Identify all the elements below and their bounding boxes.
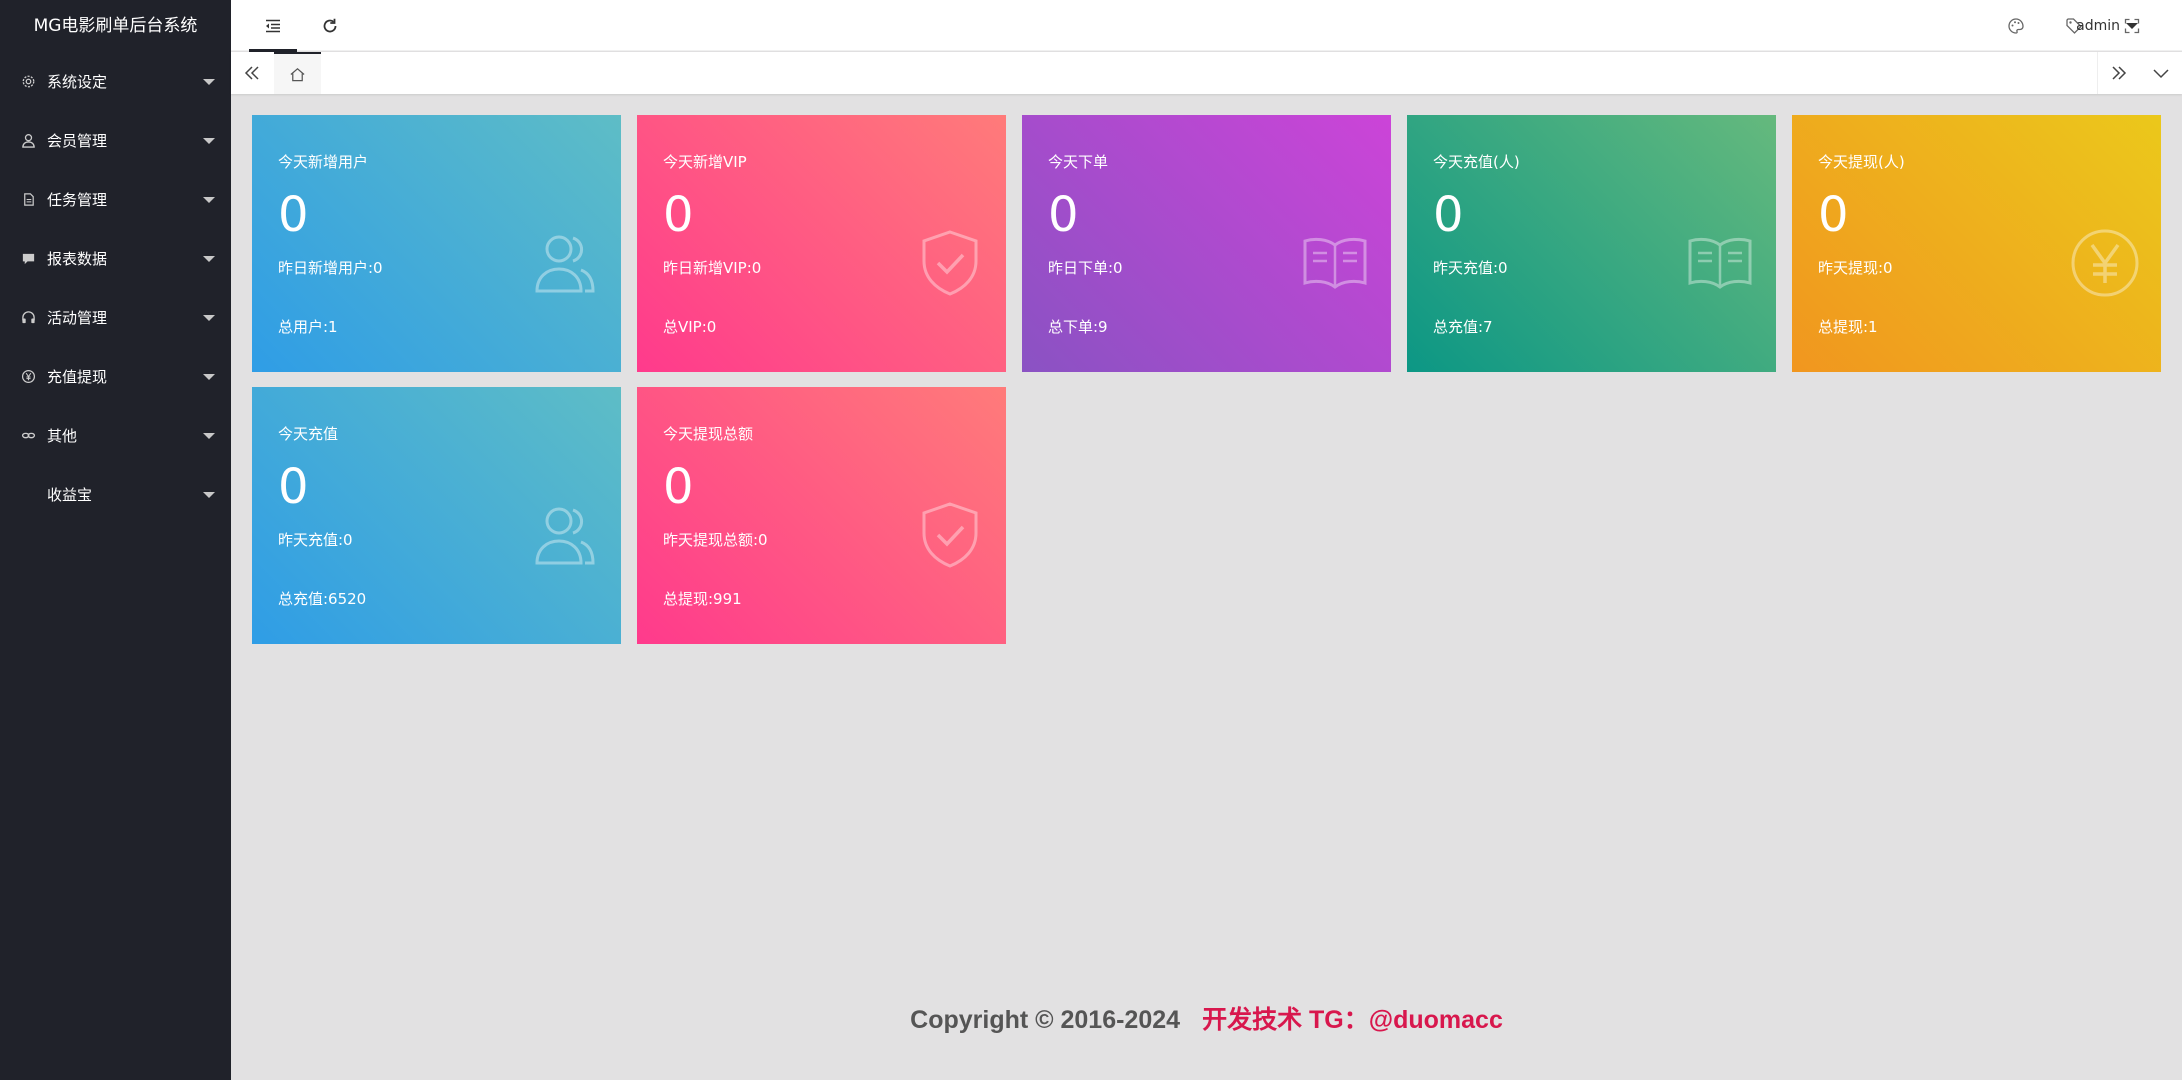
- refresh-button[interactable]: [302, 0, 358, 51]
- sidebar-item-label: 活动管理: [47, 309, 108, 327]
- card-yesterday: 昨日下单:0: [1048, 259, 1123, 277]
- app-logo-title: MG电影刷单后台系统: [33, 16, 198, 36]
- tabs-menu-button[interactable]: [2140, 52, 2182, 94]
- sidebar-item-label: 其他: [47, 427, 78, 445]
- sidebar-item-tasks[interactable]: 任务管理: [0, 170, 231, 229]
- card-total: 总提现:1: [1818, 318, 1878, 336]
- sidebar-item-activities[interactable]: 活动管理: [0, 288, 231, 347]
- card-total: 总充值:6520: [278, 590, 367, 608]
- users-icon: [529, 227, 601, 299]
- stat-card-new-vip: 今天新增VIP 0 昨日新增VIP:0 总VIP:0: [637, 115, 1006, 372]
- tabs-bar: [231, 52, 2182, 94]
- menu-collapse-button[interactable]: [245, 0, 301, 52]
- double-chevron-left-icon: [244, 66, 259, 80]
- card-value: 0: [1048, 187, 1079, 243]
- stat-card-orders: 今天下单 0 昨日下单:0 总下单:9: [1022, 115, 1391, 372]
- user-icon: [20, 132, 37, 149]
- card-value: 0: [278, 187, 309, 243]
- card-title: 今天提现总额: [663, 425, 754, 443]
- yen-circle-icon: [2069, 227, 2141, 299]
- caret-down-icon: [203, 196, 215, 203]
- card-yesterday: 昨天提现:0: [1818, 259, 1893, 277]
- sidebar-item-label: 任务管理: [47, 191, 108, 209]
- sidebar-item-other[interactable]: 其他: [0, 406, 231, 465]
- card-value: 0: [278, 459, 309, 515]
- sidebar-item-label: 会员管理: [47, 132, 108, 150]
- card-value: 0: [663, 459, 694, 515]
- stat-card-recharge-amount: 今天充值 0 昨天充值:0 总充值:6520: [252, 387, 621, 644]
- theme-button[interactable]: [1996, 0, 2036, 51]
- card-title: 今天下单: [1048, 153, 1109, 171]
- link-icon: [20, 427, 37, 444]
- caret-down-icon: [203, 491, 215, 498]
- home-icon: [290, 67, 305, 81]
- card-value: 0: [663, 187, 694, 243]
- sidebar-item-yield-treasure[interactable]: 收益宝: [0, 465, 231, 524]
- card-yesterday: 昨天提现总额:0: [663, 531, 768, 549]
- footer: Copyright © 2016-2024 开发技术 TG：@duomacc: [231, 1000, 2182, 1036]
- double-chevron-right-icon: [2112, 66, 2127, 80]
- developer-contact: 开发技术 TG：@duomacc: [1202, 1006, 1503, 1034]
- document-icon: [20, 191, 37, 208]
- sidebar-item-label: 收益宝: [47, 486, 93, 504]
- card-title: 今天新增VIP: [663, 153, 747, 171]
- sidebar-item-reports[interactable]: 报表数据: [0, 229, 231, 288]
- refresh-icon: [323, 18, 337, 32]
- user-menu[interactable]: admin: [2076, 0, 2138, 51]
- card-total: 总用户:1: [278, 318, 338, 336]
- card-total: 总提现:991: [663, 590, 742, 608]
- chevron-down-icon: [2153, 69, 2169, 79]
- card-title: 今天提现(人): [1818, 153, 1905, 171]
- card-total: 总VIP:0: [663, 318, 717, 336]
- card-total: 总下单:9: [1048, 318, 1108, 336]
- headset-icon: [20, 309, 37, 326]
- sidebar-item-recharge-withdraw[interactable]: 充值提现: [0, 347, 231, 406]
- sidebar-item-label: 系统设定: [47, 73, 108, 91]
- users-icon: [529, 499, 601, 571]
- card-title: 今天充值: [278, 425, 339, 443]
- caret-down-icon: [203, 137, 215, 144]
- book-icon: [1684, 227, 1756, 299]
- card-yesterday: 昨日新增用户:0: [278, 259, 383, 277]
- sidebar: MG电影刷单后台系统 系统设定 会员管理 任务管理 报表数据 活动管理 充值提现…: [0, 0, 231, 1080]
- card-yesterday: 昨天充值:0: [1433, 259, 1508, 277]
- sidebar-item-members[interactable]: 会员管理: [0, 111, 231, 170]
- card-yesterday: 昨天充值:0: [278, 531, 353, 549]
- tabs-scroll-left-button[interactable]: [231, 52, 273, 94]
- card-yesterday: 昨日新增VIP:0: [663, 259, 762, 277]
- stat-card-withdraw-users: 今天提现(人) 0 昨天提现:0 总提现:1: [1792, 115, 2161, 372]
- card-value: 0: [1433, 187, 1464, 243]
- sidebar-item-label: 充值提现: [47, 368, 108, 386]
- stat-card-new-users: 今天新增用户 0 昨日新增用户:0 总用户:1: [252, 115, 621, 372]
- tabs-scroll-right-button[interactable]: [2098, 52, 2140, 94]
- top-header: admin: [231, 0, 2182, 52]
- book-icon: [1299, 227, 1371, 299]
- shield-check-icon: [914, 499, 986, 571]
- caret-down-icon: [203, 78, 215, 85]
- card-title: 今天充值(人): [1433, 153, 1520, 171]
- card-value: 0: [1818, 187, 1849, 243]
- palette-icon: [2008, 17, 2024, 34]
- caret-down-icon: [203, 373, 215, 380]
- sidebar-item-label: 报表数据: [47, 250, 108, 268]
- gear-icon: [20, 73, 37, 90]
- stat-card-recharge-users: 今天充值(人) 0 昨天充值:0 总充值:7: [1407, 115, 1776, 372]
- sidebar-item-system-settings[interactable]: 系统设定: [0, 52, 231, 111]
- tab-home[interactable]: [274, 52, 321, 94]
- caret-down-icon: [203, 255, 215, 262]
- menu-collapse-icon: [266, 19, 280, 32]
- caret-down-icon: [203, 432, 215, 439]
- card-title: 今天新增用户: [278, 153, 369, 171]
- username: admin: [2076, 17, 2120, 34]
- copyright-text: Copyright © 2016-2024: [910, 1006, 1181, 1034]
- stat-card-withdraw-amount: 今天提现总额 0 昨天提现总额:0 总提现:991: [637, 387, 1006, 644]
- chat-icon: [20, 250, 37, 267]
- card-total: 总充值:7: [1433, 318, 1493, 336]
- yen-circle-icon: [20, 368, 37, 385]
- caret-down-icon: [203, 314, 215, 321]
- caret-down-icon: [2126, 22, 2138, 29]
- shield-check-icon: [914, 227, 986, 299]
